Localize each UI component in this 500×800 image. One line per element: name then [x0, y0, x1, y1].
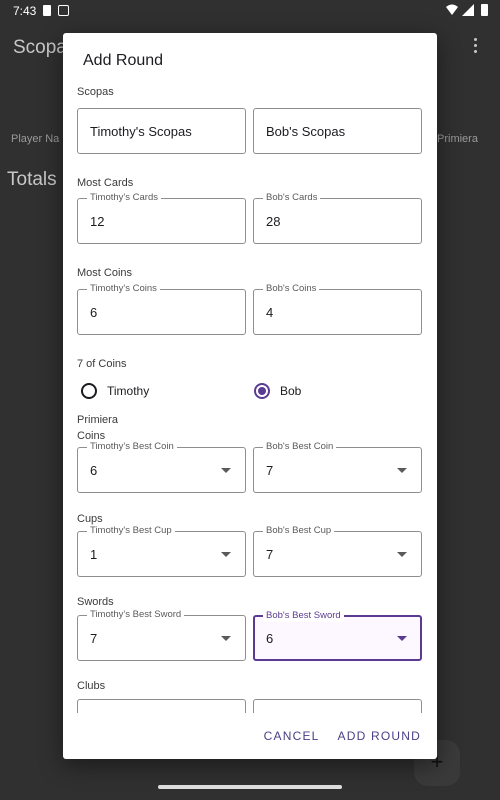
status-bar: 7:43	[0, 0, 500, 22]
wifi-icon	[446, 4, 458, 15]
bob-best-coin-dropdown[interactable]: Bob's Best Coin 7	[253, 441, 422, 493]
bob-coins-label: Bob's Coins	[263, 283, 320, 295]
bob-cards-input[interactable]: Bob's Cards 28	[253, 192, 422, 244]
bob-cards-value: 28	[266, 214, 281, 229]
timothy-best-cup-dropdown[interactable]: Timothy's Best Cup 1	[77, 525, 246, 577]
seven-of-coins-heading: 7 of Coins	[77, 358, 127, 370]
radio-timothy-circle[interactable]	[81, 383, 97, 399]
timothy-best-club-dropdown[interactable]	[77, 699, 246, 713]
app-title: Scopa	[13, 37, 67, 58]
timothy-best-cup-label: Timothy's Best Cup	[87, 525, 175, 537]
bob-best-sword-label: Bob's Best Sword	[263, 610, 344, 622]
dropdown-arrow-icon	[397, 468, 407, 473]
timothy-best-coin-value: 6	[90, 463, 98, 478]
radio-timothy[interactable]: Timothy	[81, 383, 149, 399]
bob-best-coin-label: Bob's Best Coin	[263, 441, 337, 453]
bob-scopas-placeholder: Bob's Scopas	[266, 124, 346, 139]
dropdown-arrow-icon	[221, 468, 231, 473]
dialog-title: Add Round	[83, 52, 164, 69]
battery-icon	[481, 4, 488, 16]
swords-heading: Swords	[77, 596, 114, 608]
dropdown-arrow-icon	[397, 552, 407, 557]
timothy-coins-value: 6	[90, 305, 98, 320]
timothy-best-coin-label: Timothy's Best Coin	[87, 441, 177, 453]
timothy-best-cup-value: 1	[90, 547, 98, 562]
add-round-button[interactable]: ADD ROUND	[338, 729, 421, 743]
timothy-scopas-placeholder: Timothy's Scopas	[90, 124, 192, 139]
radio-bob-circle[interactable]	[254, 383, 270, 399]
dropdown-arrow-icon	[397, 636, 407, 641]
bob-coins-value: 4	[266, 305, 274, 320]
timothy-coins-input[interactable]: Timothy's Coins 6	[77, 283, 246, 335]
status-time: 7:43	[13, 4, 37, 18]
add-round-dialog: Add Round Scopas Timothy's Scopas Bob's …	[63, 33, 437, 759]
bob-cards-label: Bob's Cards	[263, 192, 321, 204]
timothy-best-sword-value: 7	[90, 631, 98, 646]
timothy-cards-input[interactable]: Timothy's Cards 12	[77, 192, 246, 244]
bob-coins-input[interactable]: Bob's Coins 4	[253, 283, 422, 335]
bob-best-coin-value: 7	[266, 463, 274, 478]
timothy-cards-value: 12	[90, 214, 105, 229]
screenshot-icon	[58, 5, 69, 16]
timothy-cards-label: Timothy's Cards	[87, 192, 161, 204]
bob-best-sword-dropdown[interactable]: Bob's Best Sword 6	[253, 610, 422, 661]
bob-best-sword-value: 6	[266, 631, 274, 646]
dialog-actions: CANCEL ADD ROUND	[264, 729, 421, 743]
primiera-heading: Primiera	[77, 414, 118, 426]
cell-signal-icon	[462, 4, 474, 16]
sim-card-icon	[43, 5, 51, 16]
bob-scopas-input[interactable]: Bob's Scopas	[253, 108, 422, 154]
radio-bob[interactable]: Bob	[254, 383, 301, 399]
timothy-scopas-input[interactable]: Timothy's Scopas	[77, 108, 246, 154]
overflow-menu-icon[interactable]	[474, 38, 478, 54]
bob-best-cup-value: 7	[266, 547, 274, 562]
scopas-heading: Scopas	[77, 86, 114, 98]
bob-best-cup-label: Bob's Best Cup	[263, 525, 335, 537]
radio-bob-label: Bob	[280, 384, 302, 398]
column-header-primiera: Primiera	[437, 133, 478, 145]
cancel-button[interactable]: CANCEL	[264, 729, 320, 743]
most-coins-heading: Most Coins	[77, 267, 133, 279]
dialog-scroll-content[interactable]: Add Round Scopas Timothy's Scopas Bob's …	[63, 33, 437, 713]
radio-timothy-label: Timothy	[107, 384, 150, 398]
timothy-best-sword-dropdown[interactable]: Timothy's Best Sword 7	[77, 609, 246, 661]
dropdown-arrow-icon	[221, 636, 231, 641]
cups-heading: Cups	[77, 513, 103, 525]
timothy-coins-label: Timothy's Coins	[87, 283, 160, 295]
dropdown-arrow-icon	[221, 552, 231, 557]
home-indicator[interactable]	[158, 785, 342, 789]
column-header-player: Player Na	[11, 133, 60, 145]
bob-best-cup-dropdown[interactable]: Bob's Best Cup 7	[253, 525, 422, 577]
totals-heading: Totals	[7, 169, 57, 190]
clubs-heading: Clubs	[77, 680, 106, 692]
most-cards-heading: Most Cards	[77, 177, 134, 189]
timothy-best-coin-dropdown[interactable]: Timothy's Best Coin 6	[77, 441, 246, 493]
bob-best-club-dropdown[interactable]	[253, 699, 422, 713]
timothy-best-sword-label: Timothy's Best Sword	[87, 609, 185, 621]
